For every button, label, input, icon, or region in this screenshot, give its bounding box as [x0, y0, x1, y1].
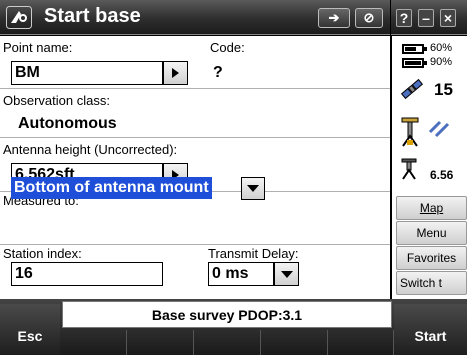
- softkey-4[interactable]: [261, 330, 328, 355]
- station-index-input[interactable]: 16: [11, 262, 163, 286]
- battery1-level: 60%: [430, 42, 453, 54]
- tripod-icon[interactable]: [400, 158, 418, 180]
- station-index-label: Station index:: [3, 246, 82, 261]
- measured-to-select[interactable]: Bottom of antenna mount: [11, 177, 212, 199]
- survey-status: Base survey PDOP:3.1: [62, 301, 392, 328]
- observation-class-label: Observation class:: [3, 93, 110, 108]
- softkey-3[interactable]: [194, 330, 261, 355]
- switch-to-button[interactable]: Switch t: [396, 271, 467, 295]
- transmit-delay-dropdown-button[interactable]: [274, 262, 299, 286]
- softkey-2[interactable]: [127, 330, 194, 355]
- transmit-delay-select[interactable]: 0 ms: [208, 262, 274, 286]
- point-name-label: Point name:: [3, 40, 73, 55]
- point-name-input[interactable]: BM: [11, 61, 163, 85]
- transmit-delay-label: Transmit Delay:: [208, 246, 299, 261]
- start-button[interactable]: Start: [394, 304, 467, 355]
- minimize-button[interactable]: –: [418, 9, 434, 27]
- map-button[interactable]: Map: [396, 196, 467, 220]
- code-label: Code:: [210, 40, 245, 55]
- navigate-arrow-button[interactable]: ➔: [318, 8, 350, 28]
- esc-button[interactable]: Esc: [0, 304, 60, 355]
- window-controls: ? – ×: [391, 0, 467, 35]
- cancel-button[interactable]: ⊘: [355, 8, 383, 28]
- page-title: Start base: [44, 5, 141, 27]
- battery-icon[interactable]: [402, 44, 427, 54]
- survey-app-icon[interactable]: [6, 6, 32, 29]
- observation-class-value: Autonomous: [18, 115, 117, 132]
- point-name-select-button[interactable]: [163, 61, 188, 85]
- title-bar: Start base ➔ ⊘: [0, 0, 390, 35]
- close-button[interactable]: ×: [440, 9, 456, 27]
- softkey-1[interactable]: [60, 330, 127, 355]
- softkey-5[interactable]: [328, 330, 394, 355]
- no-entry-icon: ⊘: [363, 10, 375, 25]
- help-button[interactable]: ?: [396, 9, 412, 27]
- satellite-icon[interactable]: [398, 76, 426, 102]
- measured-to-dropdown-button[interactable]: [241, 177, 265, 200]
- chevron-down-icon: [247, 185, 259, 192]
- arrow-right-icon: ➔: [328, 10, 340, 25]
- antenna-height-label: Antenna height (Uncorrected):: [3, 142, 178, 157]
- antenna-height-status: 6.56: [430, 168, 454, 182]
- triangle-right-icon: [172, 68, 179, 78]
- satellite-count: 15: [434, 80, 453, 99]
- battery-icon[interactable]: [402, 58, 427, 68]
- battery2-level: 90%: [430, 56, 453, 68]
- menu-button[interactable]: Menu: [396, 221, 467, 245]
- chevron-down-icon: [280, 270, 293, 278]
- code-value[interactable]: ?: [213, 64, 223, 82]
- favorites-button[interactable]: Favorites: [396, 246, 467, 270]
- receiver-radio-icon[interactable]: [398, 116, 458, 148]
